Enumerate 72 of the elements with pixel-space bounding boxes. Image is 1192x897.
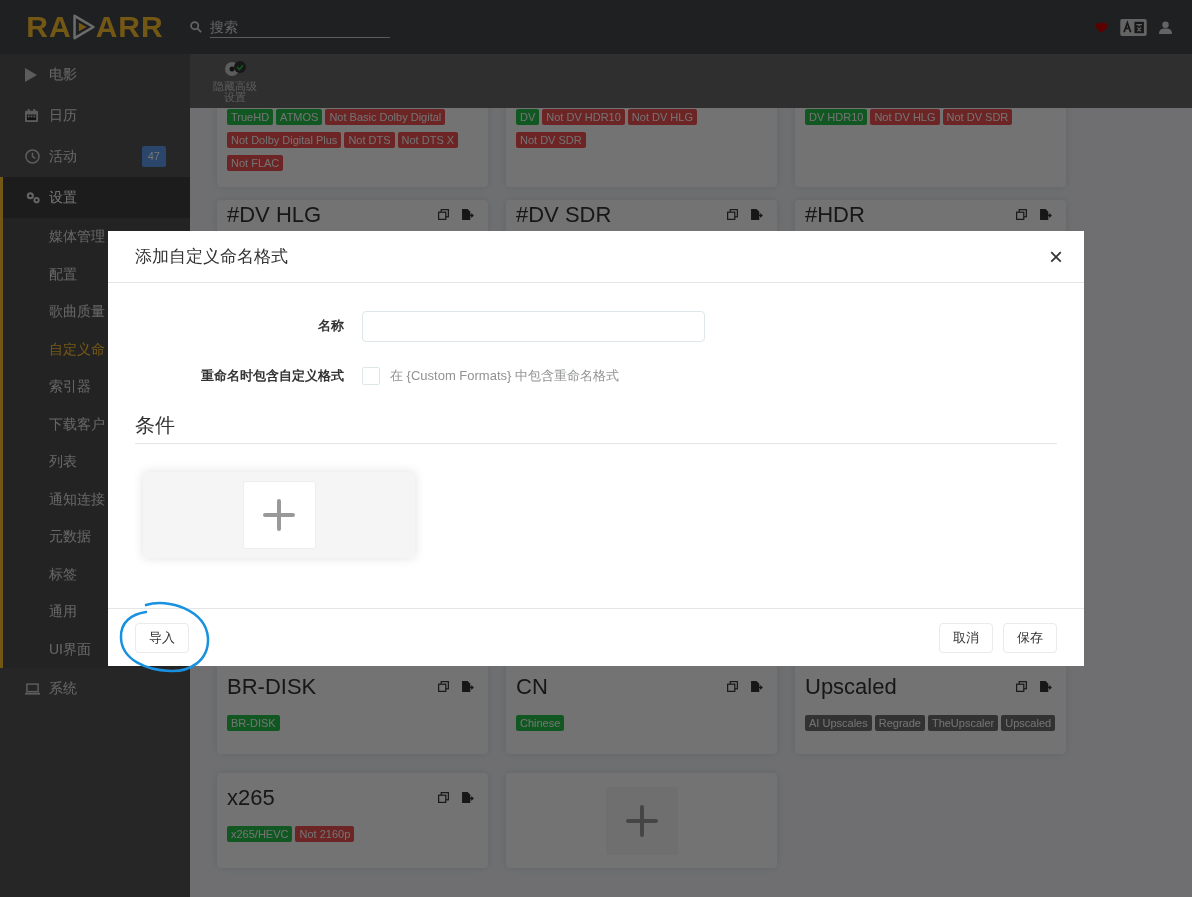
export-icon[interactable] — [1040, 208, 1052, 220]
calendar-icon — [25, 109, 38, 122]
condition-tag: Not DV HDR10 — [542, 109, 625, 125]
card-title: x265 — [227, 783, 275, 812]
export-icon[interactable] — [462, 208, 474, 220]
gear-check-icon — [222, 59, 248, 79]
clock-icon — [25, 149, 40, 164]
gears-icon — [25, 191, 41, 204]
export-icon[interactable] — [751, 208, 763, 220]
condition-tag: Not FLAC — [227, 155, 284, 171]
card-title: #DV SDR — [516, 200, 612, 229]
field-label: 名称 — [317, 317, 345, 336]
field-label: 重命名时包含自定义格式 — [200, 367, 345, 386]
modal-title: 添加自定义命名格式 — [135, 245, 288, 268]
condition-tag: Not DTS — [344, 132, 395, 148]
export-icon[interactable] — [462, 680, 474, 692]
sidebar-item[interactable]: 日历 — [3, 95, 190, 136]
condition-tag: x265/HEVC — [227, 826, 293, 842]
add-condition-button[interactable] — [242, 481, 316, 549]
play-icon — [25, 67, 37, 82]
count-badge: 47 — [141, 146, 166, 167]
condition-tag: Upscaled — [1001, 715, 1056, 731]
add-format-button[interactable] — [605, 786, 678, 855]
clone-icon[interactable] — [438, 208, 449, 220]
condition-tag: ATMOS — [276, 109, 323, 125]
logo: RA ARR — [25, 12, 165, 42]
cancel-button[interactable]: 取消 — [939, 622, 993, 653]
condition-tag: AI Upscales — [805, 715, 872, 731]
user-icon[interactable] — [1159, 20, 1172, 34]
import-button[interactable]: 导入 — [135, 622, 189, 653]
clone-icon[interactable] — [727, 208, 738, 220]
clone-icon[interactable] — [438, 791, 449, 803]
card-title: BR-DISK — [227, 672, 317, 701]
condition-tag: Not DV HLG — [627, 109, 697, 125]
card-title: Upscaled — [805, 672, 897, 701]
name-input[interactable] — [362, 310, 705, 342]
condition-tag: DV — [516, 109, 540, 125]
condition-tag: TrueHD — [227, 109, 274, 125]
sidebar-item[interactable]: 设置 — [3, 177, 190, 218]
search-icon — [190, 21, 202, 33]
section-heading: 条件 — [135, 414, 175, 436]
condition-tag: TheUpscaler — [927, 715, 999, 731]
condition-tag: Not DV SDR — [516, 132, 586, 148]
card-title: #HDR — [805, 200, 865, 229]
search-field[interactable]: 搜索 — [210, 16, 390, 38]
checkbox-label: 在 {Custom Formats} 中包含重命名格式 — [390, 367, 619, 386]
condition-tag: Regrade — [874, 715, 925, 731]
condition-tag: Chinese — [516, 715, 565, 731]
clone-icon[interactable] — [1016, 680, 1027, 692]
condition-tag: Not DTS X — [397, 132, 459, 148]
translate-icon[interactable] — [1120, 18, 1147, 36]
condition-tag: Not Dolby Digital Plus — [227, 132, 342, 148]
save-button[interactable]: 保存 — [1003, 622, 1057, 653]
export-icon[interactable] — [751, 680, 763, 692]
condition-tag: DV HDR10 — [805, 109, 868, 125]
plus-icon — [625, 804, 658, 837]
clone-icon[interactable] — [1016, 208, 1027, 220]
card-title: #DV HLG — [227, 200, 322, 229]
export-icon[interactable] — [462, 791, 474, 803]
condition-tag: Not DV SDR — [942, 109, 1013, 125]
checkbox[interactable] — [362, 367, 380, 385]
condition-tag: Not 2160p — [295, 826, 355, 842]
card-title: CN — [516, 672, 548, 701]
laptop-icon — [25, 682, 40, 695]
clone-icon[interactable] — [438, 680, 449, 692]
condition-tag: Not Basic Dolby Digital — [325, 109, 446, 125]
condition-tag: BR-DISK — [227, 715, 280, 731]
plus-icon — [263, 499, 295, 531]
condition-tag: Not DV HLG — [870, 109, 940, 125]
clone-icon[interactable] — [727, 680, 738, 692]
close-button[interactable]: × — [1049, 244, 1063, 269]
export-icon[interactable] — [1040, 680, 1052, 692]
